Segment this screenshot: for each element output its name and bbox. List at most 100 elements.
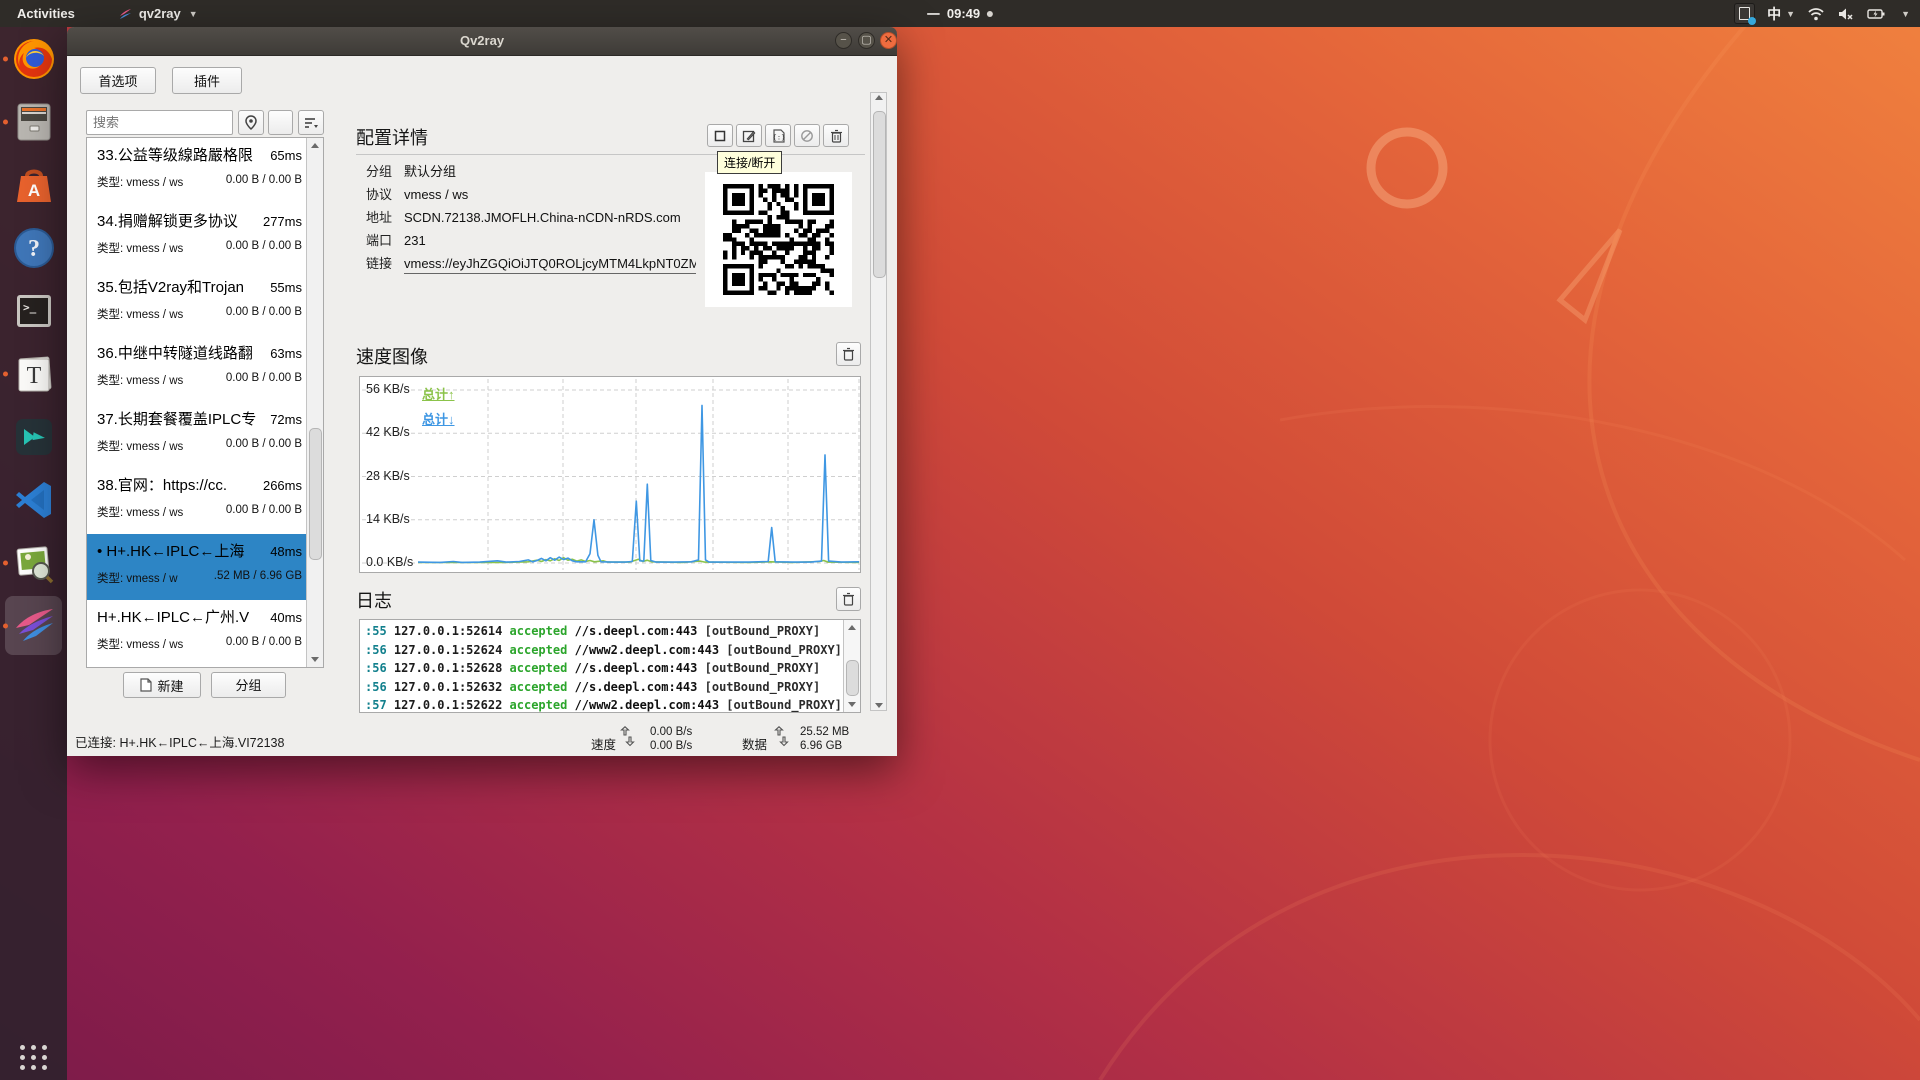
- dock-item-file-cabinet[interactable]: [0, 90, 67, 153]
- search-input[interactable]: [86, 110, 233, 135]
- up-down-arrows-icon: [619, 725, 637, 747]
- dock-item-text-editor[interactable]: T: [0, 342, 67, 405]
- plugins-button[interactable]: 插件: [172, 67, 242, 94]
- server-list-item[interactable]: 37.长期套餐覆盖IPLC专72ms类型: vmess / ws0.00 B /…: [87, 402, 308, 468]
- close-button[interactable]: ✕: [880, 32, 897, 49]
- statusbar: 已连接: H+.HK←IPLC←上海.VI72138 速度 0.00 B/s 0…: [67, 711, 897, 756]
- edit-config-button[interactable]: [736, 124, 762, 147]
- scrollbar-thumb[interactable]: [873, 111, 886, 278]
- window-titlebar[interactable]: Qv2ray − ▢ ✕: [67, 27, 897, 56]
- scroll-up-arrow-icon[interactable]: [871, 95, 886, 100]
- up-down-arrows-icon: [773, 725, 791, 747]
- field-value[interactable]: vmess://eyJhZGQiOiJTQ0ROLjcyMTM4LkpNT0ZM…: [404, 257, 696, 274]
- server-list-item[interactable]: H+.HK←IPLC←广州.V: [87, 666, 308, 668]
- dock-item-help[interactable]: ?: [0, 216, 67, 279]
- clear-graph-button[interactable]: [836, 342, 861, 366]
- server-name: 35.包括V2ray和Trojan: [97, 276, 244, 297]
- file-cabinet-icon: [11, 99, 57, 145]
- server-ping: 40ms: [270, 610, 302, 625]
- group-button[interactable]: 分组: [211, 672, 286, 698]
- location-button[interactable]: [238, 110, 264, 135]
- server-list-scrollbar[interactable]: [306, 138, 323, 667]
- scroll-down-arrow-icon[interactable]: [307, 652, 323, 667]
- detail-field-row: 链接 vmess://eyJhZGQiOiJTQ0ROLjcyMTM4LkpNT0…: [366, 257, 696, 271]
- field-value: vmess / ws: [404, 188, 468, 202]
- scroll-down-arrow-icon[interactable]: [871, 703, 886, 708]
- list-action-button[interactable]: [268, 110, 293, 135]
- scroll-up-arrow-icon[interactable]: [307, 138, 323, 153]
- dock-item-qv2ray[interactable]: [0, 594, 67, 657]
- input-method-icon[interactable]: [1734, 3, 1755, 24]
- server-list-item[interactable]: 33.公益等级線路嚴格限65ms类型: vmess / ws0.00 B / 0…: [87, 138, 308, 204]
- scrollbar-thumb[interactable]: [846, 660, 859, 696]
- sort-icon: [304, 116, 319, 130]
- speed-label: 速度: [591, 734, 616, 753]
- dock-item-vscode[interactable]: [0, 468, 67, 531]
- trash-icon: [830, 129, 843, 143]
- scroll-down-arrow-icon[interactable]: [844, 697, 860, 712]
- server-name: 33.公益等级線路嚴格限: [97, 144, 253, 165]
- field-label: 分组: [366, 165, 396, 179]
- activities-button[interactable]: Activities: [0, 0, 92, 27]
- field-value: SCDN.72138.JMOFLH.China-nCDN-nRDS.com: [404, 211, 681, 225]
- details-title: 配置详情: [356, 124, 428, 150]
- new-config-button[interactable]: 新建: [123, 672, 201, 698]
- wifi-icon[interactable]: [1807, 6, 1825, 22]
- dock-item-firefox[interactable]: [0, 27, 67, 90]
- battery-charging-icon[interactable]: [1867, 6, 1887, 22]
- preferences-button[interactable]: 首选项: [80, 67, 156, 94]
- maximize-button[interactable]: ▢: [858, 32, 875, 49]
- show-applications-button[interactable]: [20, 1045, 48, 1070]
- y-axis-tick-label: 14 KB/s: [366, 512, 418, 526]
- log-scrollbar[interactable]: [843, 620, 860, 712]
- trash-icon: [842, 347, 855, 361]
- server-list-item[interactable]: H+.HK←IPLC←广州.V40ms类型: vmess / ws0.00 B …: [87, 600, 308, 666]
- server-ping: 63ms: [270, 346, 302, 361]
- chevron-down-icon[interactable]: ▼: [1901, 9, 1910, 19]
- server-list-item[interactable]: 34.捐赠解锁更多协议277ms类型: vmess / ws0.00 B / 0…: [87, 204, 308, 270]
- server-type: 类型: vmess / ws: [97, 240, 183, 256]
- delete-config-button[interactable]: [823, 124, 849, 147]
- server-list-item[interactable]: 35.包括V2ray和Trojan55ms类型: vmess / ws0.00 …: [87, 270, 308, 336]
- clear-log-button[interactable]: [836, 587, 861, 611]
- field-label: 地址: [366, 211, 396, 225]
- scroll-up-arrow-icon[interactable]: [844, 620, 860, 635]
- server-list-item[interactable]: 36.中继中转隧道线路翻63ms类型: vmess / ws0.00 B / 0…: [87, 336, 308, 402]
- route-settings-button[interactable]: [794, 124, 820, 147]
- connect-disconnect-button[interactable]: [707, 124, 733, 147]
- data-label: 数据: [742, 734, 767, 753]
- server-list-item[interactable]: • H+.HK←IPLC←上海48ms类型: vmess / w.52 MB /…: [87, 534, 308, 600]
- legend-total-download[interactable]: 总计↓: [422, 409, 455, 428]
- clock[interactable]: 一 09:49: [927, 4, 993, 23]
- field-label: 链接: [366, 257, 396, 271]
- server-type: 类型: vmess / ws: [97, 504, 183, 520]
- volume-muted-icon[interactable]: [1837, 6, 1855, 22]
- svg-text:?: ?: [28, 236, 40, 262]
- help-icon: ?: [11, 225, 57, 271]
- dock-item-code-chevron-app[interactable]: [0, 405, 67, 468]
- server-list-item[interactable]: 38.官网：https://cc.266ms类型: vmess / ws0.00…: [87, 468, 308, 534]
- scrollbar-thumb[interactable]: [309, 428, 322, 560]
- app-menu[interactable]: qv2ray ▼: [118, 6, 198, 21]
- log-line: :56 127.0.0.1:52624 accepted //www2.deep…: [365, 641, 842, 660]
- clock-day: 一: [927, 4, 940, 23]
- dock-item-terminal[interactable]: >_: [0, 279, 67, 342]
- language-indicator[interactable]: 中 ▼: [1767, 4, 1795, 24]
- log-view[interactable]: :55 127.0.0.1:52614 accepted //s.deepl.c…: [359, 619, 861, 713]
- minimize-button[interactable]: −: [835, 32, 852, 49]
- server-ping: 266ms: [263, 478, 302, 493]
- edit-pencil-icon: [742, 129, 756, 143]
- main-scrollbar[interactable]: [870, 92, 887, 711]
- dock-item-ubuntu-software[interactable]: A: [0, 153, 67, 216]
- qr-code: [705, 172, 852, 307]
- notification-dot-icon: [987, 11, 993, 17]
- legend-total-upload[interactable]: 总计↑: [422, 384, 455, 403]
- server-type: 类型: vmess / w: [97, 570, 178, 586]
- server-traffic: 0.00 B / 0.00 B: [226, 438, 302, 454]
- server-ping: 48ms: [270, 544, 302, 559]
- detail-field-row: 分组默认分组: [366, 165, 696, 179]
- sort-button[interactable]: [298, 110, 324, 135]
- server-traffic: 0.00 B / 0.00 B: [226, 504, 302, 520]
- dock-item-image-viewer[interactable]: [0, 531, 67, 594]
- edit-json-button[interactable]: {:}: [765, 124, 791, 147]
